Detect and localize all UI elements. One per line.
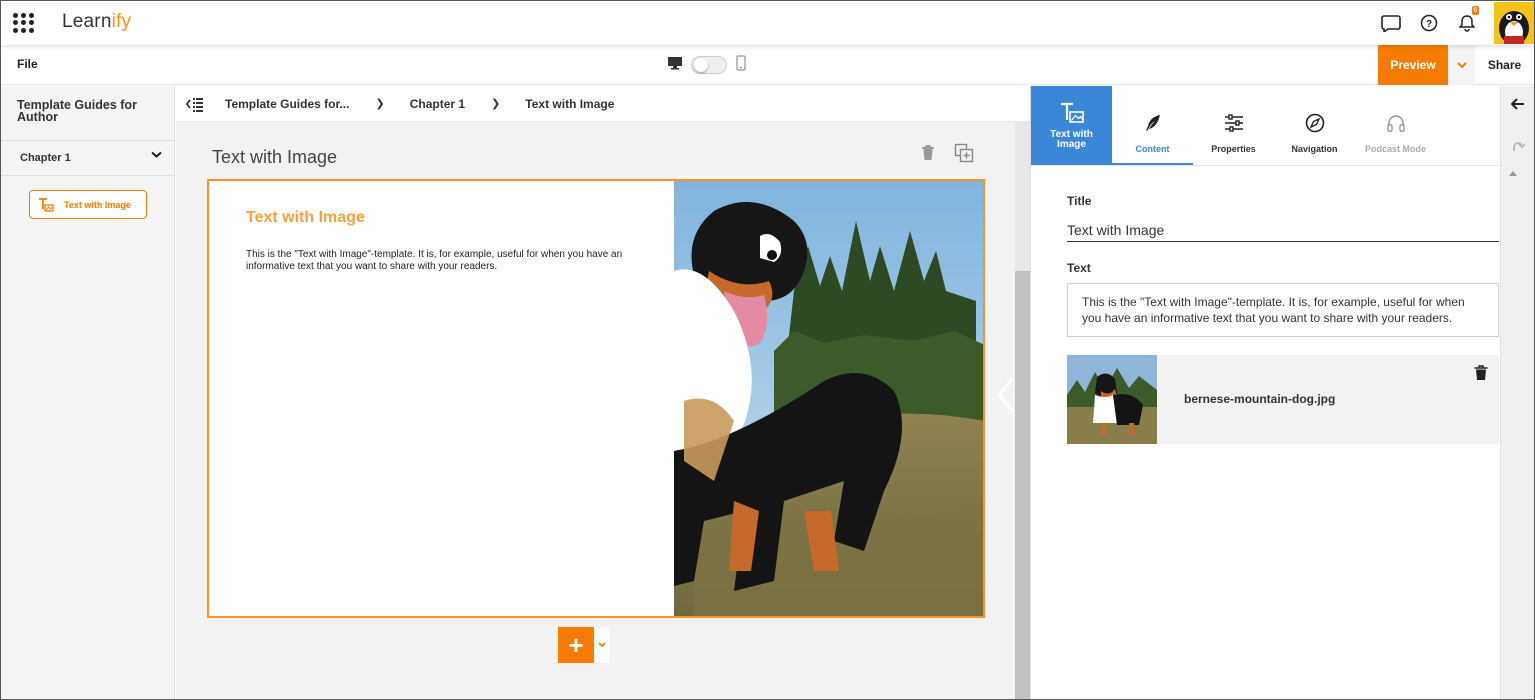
text-field[interactable]: This is the "Text with Image"-template. …	[1067, 283, 1499, 337]
share-button[interactable]: Share	[1475, 45, 1534, 85]
page-preview-card[interactable]: Text with Image This is the "Text with I…	[207, 179, 985, 618]
breadcrumb-chapter[interactable]: Chapter 1	[410, 97, 465, 111]
card-text-column: Text with Image This is the "Text with I…	[209, 181, 674, 616]
app-window: Learnify ? 6 File Preview Share Template…	[0, 0, 1535, 700]
chapter-label: Chapter 1	[20, 152, 71, 164]
mobile-icon[interactable]	[735, 54, 747, 76]
image-filename: bernese-mountain-dog.jpg	[1184, 392, 1336, 406]
top-icons: ? 6	[1372, 1, 1534, 45]
feather-icon	[1142, 112, 1164, 134]
title-field-label: Title	[1067, 194, 1092, 208]
template-type-tile: Text with Image	[1031, 86, 1112, 165]
chevron-right-icon: ❯	[375, 98, 385, 110]
chat-icon[interactable]	[1372, 1, 1410, 45]
title-field[interactable]	[1067, 216, 1499, 242]
text-field-label: Text	[1067, 261, 1091, 275]
chevron-down-icon[interactable]	[151, 150, 162, 162]
trash-icon[interactable]	[917, 142, 939, 164]
logo-accent: ify	[111, 11, 132, 32]
panel-side-strip	[1500, 86, 1534, 699]
template-type-label: Text with Image	[1050, 129, 1093, 150]
duplicate-icon[interactable]	[953, 142, 975, 164]
breadcrumb: Template Guides for... ❯ Chapter 1 ❯ Tex…	[176, 86, 1030, 122]
course-outline-sidebar: Template Guides for Author Chapter 1 Tex…	[1, 86, 175, 699]
tab-podcast-mode-label: Podcast Mode	[1364, 144, 1426, 154]
desktop-icon[interactable]	[667, 56, 683, 75]
tab-properties[interactable]: Properties	[1193, 86, 1274, 165]
trash-icon[interactable]	[1473, 365, 1489, 381]
chevron-down-icon	[1456, 61, 1467, 68]
tab-properties-label: Properties	[1211, 144, 1256, 154]
arrow-left-icon[interactable]	[1508, 94, 1528, 114]
collapse-panel-icon[interactable]	[995, 376, 1015, 414]
chevron-right-icon: ❯	[491, 98, 501, 110]
notification-badge: 6	[1472, 6, 1479, 15]
image-attachment-row[interactable]: bernese-mountain-dog.jpg	[1067, 355, 1499, 444]
page-title: Text with Image	[212, 147, 338, 167]
editor-toolbar: File Preview Share	[1, 45, 1534, 85]
avatar[interactable]	[1494, 2, 1534, 44]
course-title[interactable]: Template Guides for Author	[17, 99, 167, 124]
tab-podcast-mode[interactable]: Podcast Mode	[1355, 86, 1436, 165]
add-page-button[interactable]: +	[558, 627, 594, 663]
text-image-icon	[39, 197, 54, 212]
image-thumbnail[interactable]	[1067, 355, 1157, 444]
properties-panel: Text with Image Content Properties Navig…	[1030, 86, 1501, 699]
breadcrumb-page[interactable]: Text with Image	[525, 97, 614, 111]
scroll-up-arrow-icon[interactable]	[1509, 171, 1517, 176]
sidebar-chapter-item[interactable]: Chapter 1	[1, 140, 174, 176]
outline-toggle-icon[interactable]	[185, 94, 205, 114]
bell-icon[interactable]: 6	[1448, 1, 1486, 45]
apps-grid-icon[interactable]	[13, 13, 35, 33]
card-body-text: This is the "Text with Image"-template. …	[246, 249, 623, 272]
page-tools	[917, 142, 975, 164]
svg-text:?: ?	[1426, 19, 1432, 30]
text-image-icon	[1060, 102, 1084, 123]
add-page-dropdown[interactable]	[594, 627, 609, 663]
chevron-down-icon	[597, 642, 606, 648]
scroll-thumb[interactable]	[1015, 271, 1030, 699]
editor-canvas: Text with Image Text with Image This is …	[176, 122, 1015, 699]
tab-content[interactable]: Content	[1112, 86, 1193, 165]
breadcrumb-course[interactable]: Template Guides for...	[225, 97, 349, 111]
compass-icon	[1304, 112, 1326, 134]
dog-image	[674, 181, 983, 616]
canvas-scrollbar[interactable]	[1015, 122, 1030, 699]
sidebar-page-label: Text with Image	[64, 199, 131, 210]
sliders-icon	[1223, 112, 1245, 134]
file-menu[interactable]: File	[17, 57, 38, 71]
tab-navigation-label: Navigation	[1291, 144, 1338, 154]
app-logo[interactable]: Learnify	[62, 11, 131, 33]
sidebar-page-item[interactable]: Text with Image	[29, 190, 147, 219]
preview-dropdown-button[interactable]	[1448, 45, 1475, 85]
headphones-icon	[1385, 112, 1407, 134]
tab-navigation[interactable]: Navigation	[1274, 86, 1355, 165]
redo-icon[interactable]	[1508, 136, 1528, 156]
top-bar: Learnify ? 6	[1, 1, 1534, 45]
logo-text: Learn	[62, 11, 112, 32]
help-icon[interactable]: ?	[1410, 1, 1448, 45]
device-switch[interactable]	[691, 56, 727, 74]
preview-button[interactable]: Preview	[1378, 45, 1448, 85]
tab-content-label: Content	[1135, 144, 1170, 154]
device-view-toggle	[667, 54, 747, 76]
panel-tabs: Text with Image Content Properties Navig…	[1031, 86, 1501, 166]
card-heading: Text with Image	[246, 209, 365, 226]
